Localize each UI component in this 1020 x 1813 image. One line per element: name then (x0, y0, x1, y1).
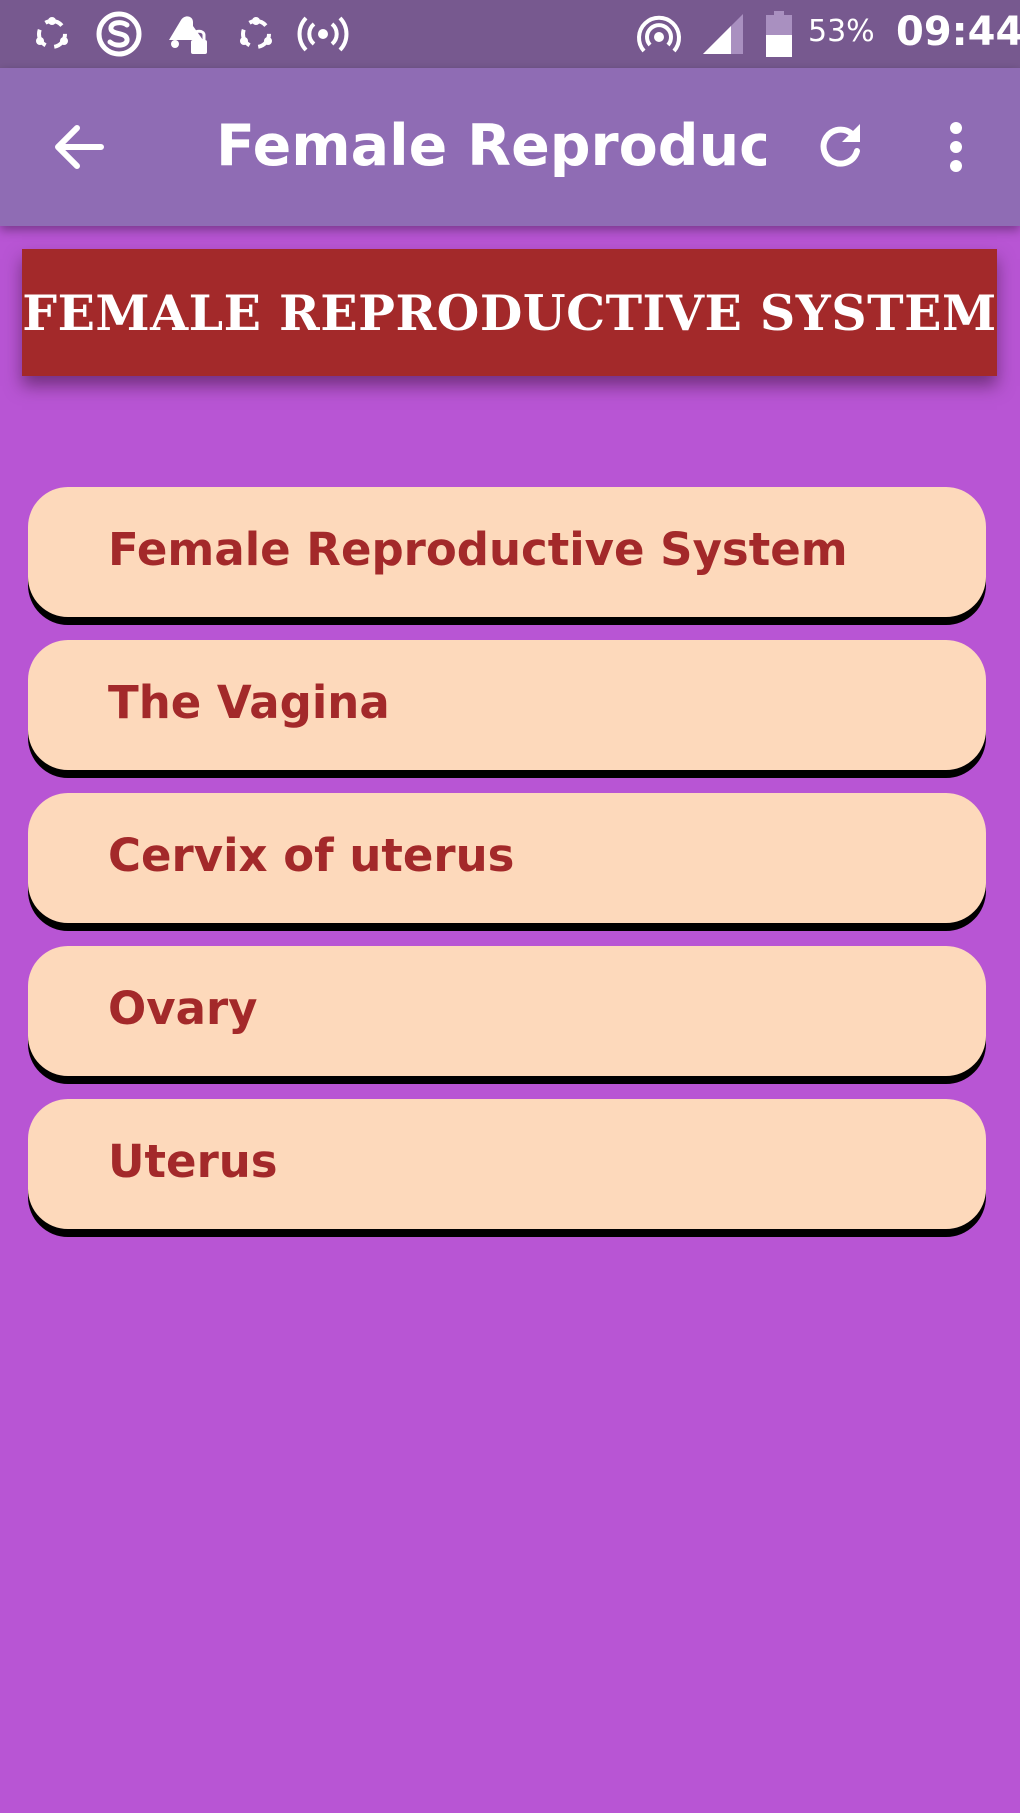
refresh-icon[interactable] (808, 112, 874, 182)
list-item-label: The Vagina (108, 676, 390, 729)
shareit-icon (30, 10, 74, 58)
s-app-icon (94, 10, 144, 58)
status-clock: 09:44 (896, 9, 1020, 55)
header-banner: FEMALE REPRODUCTIVE SYSTEM (22, 249, 997, 376)
list-item-ovary[interactable]: Ovary (28, 946, 986, 1076)
more-vertical-icon[interactable] (936, 112, 976, 182)
battery-percent: 53% (808, 14, 875, 49)
list-item-label: Female Reproductive System (108, 523, 848, 576)
topic-list: Female Reproductive System The Vagina Ce… (28, 487, 986, 1252)
arrow-left-icon[interactable] (46, 114, 112, 180)
battery-icon (764, 10, 794, 58)
list-item-label: Cervix of uterus (108, 829, 515, 882)
app-bar: Female Reproductiv… (0, 68, 1020, 226)
list-item-label: Ovary (108, 982, 258, 1035)
shareit-icon (234, 10, 278, 58)
wifi-hotspot-icon (634, 10, 684, 58)
notification-lock-icon (162, 10, 212, 58)
hotspot-broadcast-icon (296, 10, 350, 58)
status-bar: 53% 09:44 (0, 0, 1020, 68)
list-item-the-vagina[interactable]: The Vagina (28, 640, 986, 770)
list-item-uterus[interactable]: Uterus (28, 1099, 986, 1229)
list-item-cervix-of-uterus[interactable]: Cervix of uterus (28, 793, 986, 923)
list-item-label: Uterus (108, 1135, 278, 1188)
list-item-female-reproductive-system[interactable]: Female Reproductive System (28, 487, 986, 617)
page-title: Female Reproductiv… (216, 113, 766, 179)
signal-icon (700, 10, 746, 58)
